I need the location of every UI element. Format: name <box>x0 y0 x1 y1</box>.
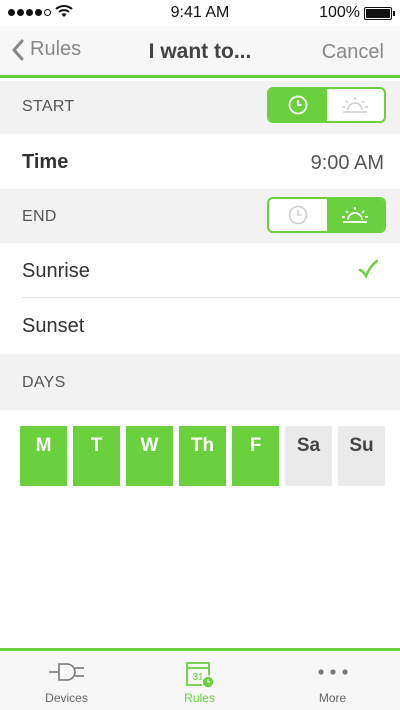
tab-more[interactable]: More <box>266 661 399 705</box>
day-wednesday[interactable]: W <box>126 426 173 486</box>
day-saturday[interactable]: Sa <box>285 426 332 486</box>
chevron-left-icon <box>12 39 24 60</box>
end-section-header: END <box>0 189 400 243</box>
day-monday[interactable]: M <box>20 426 67 486</box>
clock-icon <box>288 95 308 115</box>
checkmark-icon <box>358 259 378 279</box>
tab-more-label: More <box>318 691 347 705</box>
sunrise-icon <box>342 97 369 113</box>
end-option-sunset[interactable]: Sunset <box>0 298 400 354</box>
status-bar: 9:41 AM 100% <box>0 0 400 26</box>
plug-icon <box>48 663 84 681</box>
end-header-label: END <box>22 208 57 225</box>
day-sunday[interactable]: Su <box>338 426 385 486</box>
day-thursday[interactable]: Th <box>179 426 226 486</box>
sunset-label: Sunset <box>22 315 85 337</box>
day-tuesday[interactable]: T <box>73 426 120 486</box>
tab-rules-label: Rules <box>184 691 215 705</box>
tab-devices-label: Devices <box>45 691 88 705</box>
sunrise-icon <box>342 207 369 223</box>
sunrise-label: Sunrise <box>22 260 90 282</box>
days-section-header: DAYS <box>0 354 400 410</box>
start-section-header: START <box>0 81 400 134</box>
navigation-bar: Rules I want to... Cancel <box>0 26 400 78</box>
start-time-row[interactable]: Time 9:00 AM <box>0 134 400 189</box>
end-time-mode-button[interactable] <box>269 199 327 231</box>
clock-icon <box>288 205 308 225</box>
day-friday[interactable]: F <box>232 426 279 486</box>
end-option-sunrise[interactable]: Sunrise <box>0 243 400 298</box>
back-button-label: Rules <box>30 38 82 60</box>
tab-devices[interactable]: Devices <box>0 661 133 705</box>
tab-bar: Devices 31 Rules More <box>0 648 400 710</box>
days-header-label: DAYS <box>22 374 66 391</box>
battery-percentage: 100% <box>319 4 360 21</box>
start-sun-mode-button[interactable] <box>327 89 385 121</box>
end-mode-toggle <box>267 197 386 233</box>
cancel-button[interactable]: Cancel <box>322 41 384 64</box>
day-selector: M T W Th F Sa Su <box>20 426 385 486</box>
start-mode-toggle <box>267 87 386 123</box>
start-time-mode-button[interactable] <box>269 89 327 121</box>
more-icon <box>317 669 348 675</box>
start-header-label: START <box>22 98 75 115</box>
battery-icon <box>364 7 395 20</box>
tab-rules[interactable]: 31 Rules <box>133 661 266 705</box>
start-time-label: Time <box>22 151 69 173</box>
back-button[interactable]: Rules <box>12 38 81 61</box>
calendar-icon: 31 <box>185 662 215 689</box>
end-sun-mode-button[interactable] <box>326 199 384 231</box>
start-time-value: 9:00 AM <box>310 152 384 174</box>
